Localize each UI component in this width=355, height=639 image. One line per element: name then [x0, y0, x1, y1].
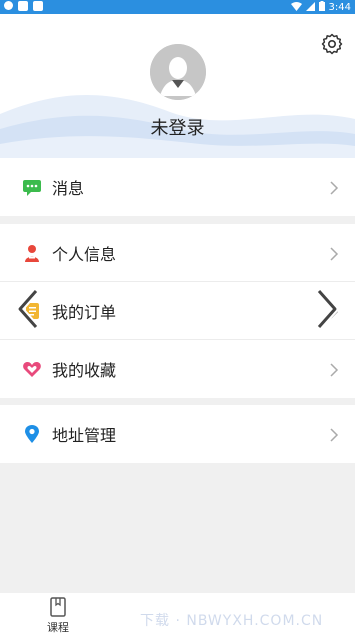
close-app-icon: [33, 1, 43, 11]
wifi-icon: [290, 1, 302, 14]
menu-group-messages: 消息: [0, 158, 355, 216]
heart-icon: [22, 359, 42, 379]
profile-header: 未登录: [0, 14, 355, 158]
login-status-text[interactable]: 未登录: [0, 114, 355, 140]
settings-gear-icon[interactable]: [321, 33, 343, 55]
person-icon: [22, 243, 42, 263]
menu-item-label: 个人信息: [52, 244, 117, 264]
menu-item-my-orders[interactable]: 我的订单: [0, 282, 355, 340]
menu-item-label: 消息: [52, 179, 85, 198]
book-icon: [47, 596, 69, 618]
avatar[interactable]: [150, 44, 206, 100]
status-bar-system: 3:44: [290, 1, 351, 14]
signal-icon: [305, 1, 315, 14]
location-pin-icon: [22, 424, 42, 444]
watermark-text: 下载 · NBWYXH.COM.CN: [140, 613, 324, 629]
app-notification-icon: [18, 1, 28, 11]
tab-label: 课程: [47, 621, 69, 634]
chevron-right-icon: [329, 362, 339, 377]
chevron-right-icon: [329, 246, 339, 261]
menu-item-my-favorites[interactable]: 我的收藏: [0, 340, 355, 398]
tab-courses[interactable]: 课程: [23, 593, 93, 639]
default-avatar-icon: [150, 44, 206, 100]
previous-arrow-icon[interactable]: [14, 288, 42, 330]
notification-icon: [4, 1, 13, 10]
chevron-right-icon: [329, 427, 339, 442]
chevron-right-icon: [329, 180, 339, 195]
menu-item-label: 地址管理: [52, 426, 117, 445]
menu-item-personal-info[interactable]: 个人信息: [0, 224, 355, 282]
menu-group-personal: 个人信息 我的订单 我的收藏: [0, 224, 355, 398]
menu-item-address-management[interactable]: 地址管理: [0, 405, 355, 463]
status-bar: 3:44: [0, 0, 355, 14]
menu-item-label: 我的订单: [52, 302, 117, 322]
battery-icon: [318, 1, 325, 14]
menu-group-address: 地址管理: [0, 405, 355, 463]
next-arrow-icon[interactable]: [313, 288, 341, 330]
status-time: 3:44: [328, 2, 351, 13]
menu-item-messages[interactable]: 消息: [0, 158, 355, 216]
status-bar-notifications: [4, 1, 43, 11]
menu-item-label: 我的收藏: [52, 361, 117, 380]
message-icon: [22, 177, 42, 197]
